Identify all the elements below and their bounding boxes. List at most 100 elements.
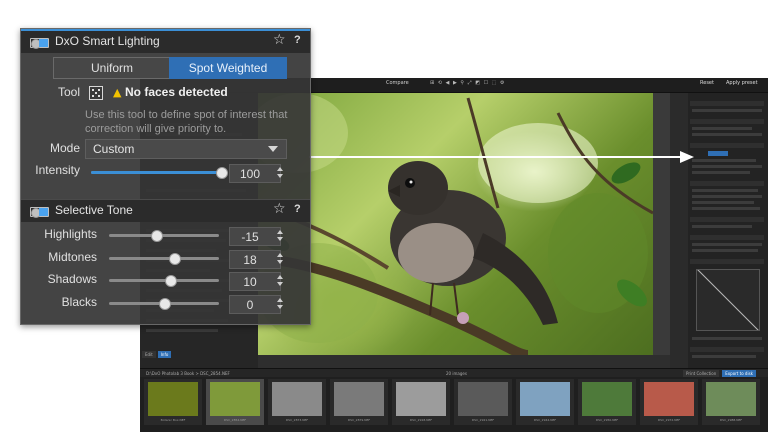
tone-curve[interactable] bbox=[696, 269, 760, 331]
bird-photo[interactable] bbox=[258, 93, 653, 355]
highlights-value-box[interactable]: -15 bbox=[229, 227, 281, 246]
warning-icon: ▲ bbox=[113, 86, 122, 99]
filmstrip-thumbnail[interactable]: DSC_2950.NEF bbox=[578, 379, 636, 425]
star-icon[interactable]: ☆ bbox=[273, 32, 286, 48]
selective-tone-title: Selective Tone bbox=[55, 203, 133, 217]
mode-select-value: Custom bbox=[93, 142, 135, 156]
thumbnail-image bbox=[706, 382, 756, 416]
star-icon[interactable]: ☆ bbox=[273, 201, 286, 217]
mode-select[interactable]: Custom bbox=[85, 139, 287, 159]
smart-lighting-title: DxO Smart Lighting bbox=[55, 34, 160, 48]
thumbnail-image bbox=[272, 382, 322, 416]
thumbnail-caption: DSC_2950.NEF bbox=[595, 418, 619, 422]
reset-button[interactable]: Reset bbox=[700, 80, 714, 86]
tab-edit[interactable]: Edit bbox=[142, 351, 156, 358]
tool-label: Tool bbox=[57, 85, 80, 99]
blacks-value-box[interactable]: 0 bbox=[229, 294, 281, 314]
thumbnail-image bbox=[210, 382, 260, 416]
apply-preset-button[interactable]: Apply preset bbox=[726, 80, 758, 86]
smart-lighting-header[interactable]: DxO Smart Lighting ☆ ? bbox=[21, 29, 310, 53]
thumbnail-image bbox=[396, 382, 446, 416]
midtones-stepper[interactable] bbox=[275, 250, 285, 267]
thumbnail-image bbox=[334, 382, 384, 416]
midtones-slider-handle[interactable] bbox=[168, 252, 181, 265]
blacks-value: 0 bbox=[246, 297, 254, 312]
filmstrip-thumbnail[interactable]: DSC_2854.NEF bbox=[206, 379, 264, 425]
highlights-slider-handle[interactable] bbox=[151, 230, 164, 242]
filmstrip-thumbnail[interactable]: DSC_2988.NEF bbox=[702, 379, 760, 425]
bird-photo-art bbox=[258, 93, 653, 355]
smart-lighting-toggle[interactable] bbox=[30, 38, 49, 49]
toolbar-tool-icons[interactable]: ⊞ ⟲ ◀ ▶ ⚲ ⤢ ◩ ☐ ⬚ ⚙ bbox=[430, 80, 505, 86]
tab-info[interactable]: Info bbox=[157, 351, 172, 358]
thumbnail-caption: DSC_2854.NEF bbox=[223, 418, 247, 422]
image-count: 20 images bbox=[446, 371, 467, 376]
filmstrip: D:\DxO Photolab 3 Book > DSC_2854.NEF 20… bbox=[140, 368, 768, 432]
thumbnail-image bbox=[458, 382, 508, 416]
filmstrip-thumbnail[interactable]: DSC_2944.NEF bbox=[516, 379, 574, 425]
filmstrip-thumbnail[interactable]: Botanic Box.NEF bbox=[144, 379, 202, 425]
thumbnail-image bbox=[582, 382, 632, 416]
thumbnail-image bbox=[644, 382, 694, 416]
compare-button[interactable]: Compare bbox=[386, 80, 409, 86]
intensity-value-box[interactable]: 100 bbox=[229, 164, 281, 183]
shadows-label: Shadows bbox=[47, 272, 97, 286]
midtones-slider[interactable] bbox=[109, 256, 219, 260]
thumbnail-image bbox=[148, 382, 198, 416]
face-detect-tool-icon[interactable] bbox=[89, 86, 103, 100]
mode-label: Mode bbox=[49, 141, 80, 155]
blacks-label: Blacks bbox=[61, 294, 97, 309]
thumbnail-caption: DSC_2918.NEF bbox=[409, 418, 433, 422]
intensity-value: 100 bbox=[239, 167, 261, 181]
midtones-value: 18 bbox=[243, 252, 257, 267]
help-icon[interactable]: ? bbox=[294, 203, 301, 215]
adjustments-overlay-panel: DxO Smart Lighting ☆ ? Uniform Spot Weig… bbox=[20, 28, 311, 325]
image-viewer[interactable] bbox=[258, 93, 670, 368]
shadows-value-box[interactable]: 10 bbox=[229, 272, 281, 291]
mode-spot-weighted-button[interactable]: Spot Weighted bbox=[169, 57, 287, 79]
thumbnail-caption: DSC_2879.NEF bbox=[347, 418, 371, 422]
print-collection-button[interactable]: Print Collection bbox=[683, 370, 720, 377]
thumbnail-caption: DSC_2873.NEF bbox=[285, 418, 309, 422]
intensity-label: Intensity bbox=[35, 163, 80, 177]
help-icon[interactable]: ? bbox=[294, 34, 301, 46]
tool-help-note: Use this tool to define spot of interest… bbox=[85, 109, 288, 135]
thumbnail-caption: DSC_2944.NEF bbox=[533, 418, 557, 422]
thumbnail-image bbox=[520, 382, 570, 416]
mode-uniform-button[interactable]: Uniform bbox=[53, 57, 171, 79]
shadows-stepper[interactable] bbox=[275, 272, 285, 289]
thumbnail-caption: DSC_2988.NEF bbox=[719, 418, 743, 422]
highlights-slider[interactable] bbox=[109, 234, 219, 237]
intensity-slider-fill bbox=[91, 171, 221, 174]
thumbnail-caption: Botanic Box.NEF bbox=[160, 418, 186, 422]
shadows-value: 10 bbox=[243, 275, 257, 289]
filmstrip-thumbnail[interactable]: DSC_2918.NEF bbox=[392, 379, 450, 425]
intensity-slider-handle[interactable] bbox=[216, 167, 228, 179]
left-panel-tabs: Edit Info bbox=[142, 351, 173, 358]
filmstrip-header: D:\DxO Photolab 3 Book > DSC_2854.NEF 20… bbox=[140, 369, 768, 377]
filmstrip-thumbnail[interactable]: DSC_2873.NEF bbox=[268, 379, 326, 425]
shadows-slider-handle[interactable] bbox=[164, 275, 177, 287]
chevron-down-icon bbox=[268, 146, 278, 152]
folder-path: D:\DxO Photolab 3 Book > DSC_2854.NEF bbox=[146, 371, 230, 376]
filmstrip-thumbnail[interactable]: DSC_2921.NEF bbox=[454, 379, 512, 425]
selective-tone-header[interactable]: Selective Tone ☆ ? bbox=[21, 199, 310, 222]
midtones-label: Midtones bbox=[48, 249, 97, 264]
thumbnail-caption: DSC_2972.NEF bbox=[657, 418, 681, 422]
no-faces-detected-text: No faces detected bbox=[125, 85, 228, 99]
selective-tone-toggle[interactable] bbox=[30, 207, 49, 218]
blacks-slider-handle[interactable] bbox=[159, 297, 171, 310]
export-to-disk-button[interactable]: Export to disk bbox=[722, 370, 756, 377]
filmstrip-thumbnail[interactable]: DSC_2879.NEF bbox=[330, 379, 388, 425]
midtones-value-box[interactable]: 18 bbox=[229, 249, 281, 269]
intensity-stepper[interactable] bbox=[275, 164, 285, 181]
highlights-label: Highlights bbox=[44, 227, 97, 241]
highlights-value: -15 bbox=[241, 230, 259, 244]
intensity-slider[interactable] bbox=[91, 171, 221, 174]
right-panel bbox=[688, 93, 768, 368]
blacks-stepper[interactable] bbox=[275, 295, 285, 312]
filmstrip-thumbnail[interactable]: DSC_2972.NEF bbox=[640, 379, 698, 425]
highlights-stepper[interactable] bbox=[275, 227, 285, 244]
thumbnail-caption: DSC_2921.NEF bbox=[471, 418, 495, 422]
viewer-status-bar bbox=[258, 355, 670, 368]
